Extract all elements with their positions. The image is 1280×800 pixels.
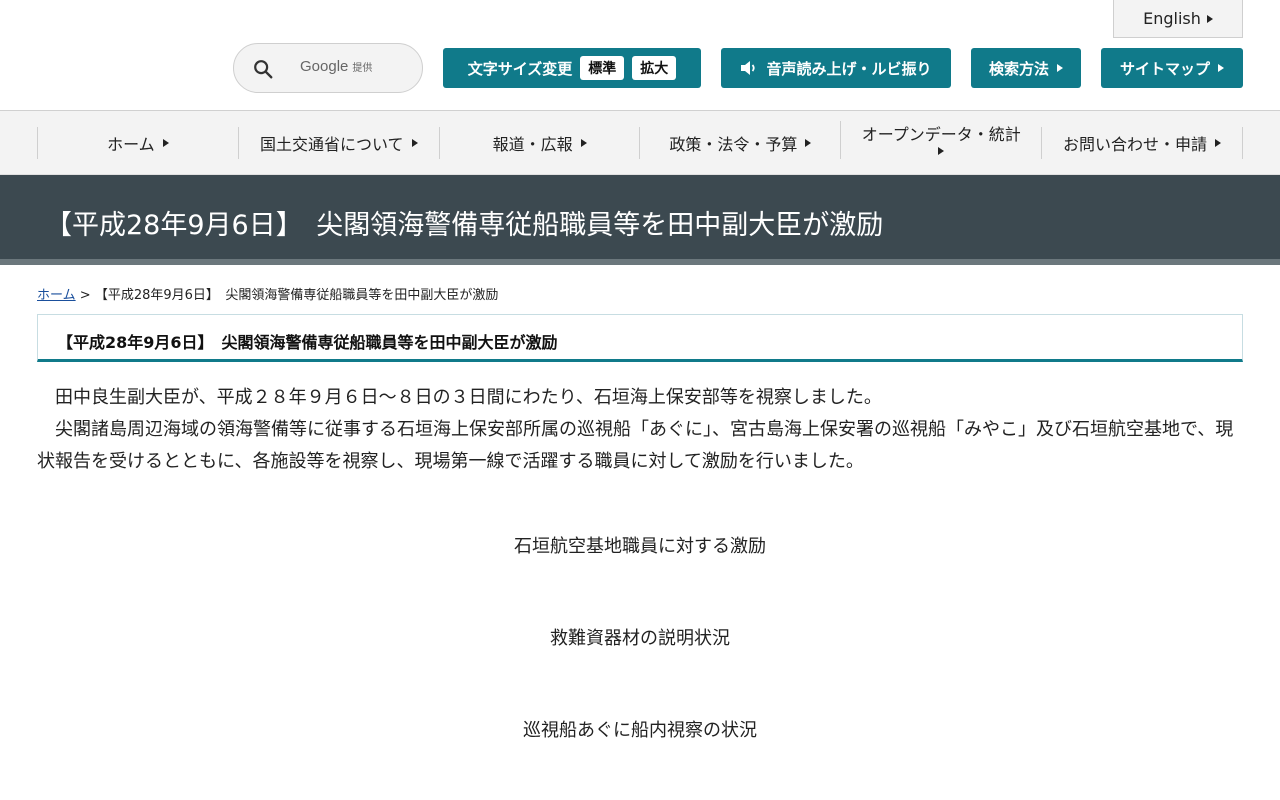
font-size-label: 文字サイズ変更: [467, 59, 573, 78]
arrow-right-icon: [1206, 14, 1213, 23]
breadcrumb: ホーム > 【平成28年9月6日】 尖閣領海警備専従船職員等を田中副大臣が激励: [37, 284, 498, 303]
search-icon[interactable]: [252, 58, 274, 80]
speaker-icon: [741, 61, 756, 75]
arrow-right-icon: [162, 139, 169, 147]
nav-item-press[interactable]: 報道・広報: [438, 127, 640, 159]
font-size-control: 文字サイズ変更 標準 拡大: [443, 48, 701, 88]
google-provided-label: Google 提供: [300, 58, 373, 75]
arrow-right-icon: [938, 147, 945, 155]
search-method-button[interactable]: 検索方法: [971, 48, 1081, 88]
voice-reading-label: 音声読み上げ・ルビ振り: [766, 59, 932, 78]
font-size-standard-button[interactable]: 標準: [580, 56, 625, 80]
font-size-large-button[interactable]: 拡大: [632, 56, 677, 80]
nav-item-open-data[interactable]: オープンデータ・統計: [840, 121, 1041, 159]
site-header: English Google 提供 文字サイズ変更 標準 拡大 音声読み上げ・ルビ…: [0, 0, 1280, 111]
nav-item-home[interactable]: ホーム: [37, 127, 238, 159]
sitemap-label: サイトマップ: [1119, 59, 1210, 78]
title-band: 【平成28年9月6日】 尖閣領海警備専従船職員等を田中副大臣が激励: [0, 175, 1280, 265]
nav-item-contact[interactable]: お問い合わせ・申請: [1041, 127, 1243, 159]
nav-item-policy[interactable]: 政策・法令・予算: [639, 127, 840, 159]
photo-caption: 巡視船あぐに船内視察の状況: [523, 720, 757, 741]
english-link[interactable]: English: [1113, 0, 1243, 38]
photo-caption: 救難資器材の説明状況: [550, 628, 730, 649]
arrow-right-icon: [1057, 64, 1063, 72]
search-input[interactable]: Google 提供: [233, 43, 423, 93]
english-label: English: [1143, 9, 1201, 28]
arrow-right-icon: [805, 139, 812, 147]
arrow-right-icon: [1215, 139, 1222, 147]
breadcrumb-separator: >: [79, 288, 91, 303]
breadcrumb-home-link[interactable]: ホーム: [37, 288, 76, 303]
page-title: 【平成28年9月6日】 尖閣領海警備専従船職員等を田中副大臣が激励: [45, 210, 884, 241]
body-paragraph: 尖閣諸島周辺海域の領海警備等に従事する石垣海上保安部所属の巡視船「あぐに」、宮古…: [37, 419, 1234, 472]
body-paragraph: 田中良生副大臣が、平成２８年９月６日～８日の３日間にわたり、石垣海上保安部等を視…: [55, 387, 882, 408]
arrow-right-icon: [1218, 64, 1224, 72]
arrow-right-icon: [580, 139, 587, 147]
global-nav: ホーム 国土交通省について 報道・広報 政策・法令・予算 オープンデータ・統計 …: [0, 111, 1280, 175]
arrow-right-icon: [411, 139, 418, 147]
breadcrumb-current: 【平成28年9月6日】 尖閣領海警備専従船職員等を田中副大臣が激励: [94, 288, 499, 303]
nav-item-about[interactable]: 国土交通省について: [237, 127, 439, 159]
article-heading: 【平成28年9月6日】 尖閣領海警備専従船職員等を田中副大臣が激励: [57, 333, 558, 352]
article-body: 田中良生副大臣が、平成２８年９月６日～８日の３日間にわたり、石垣海上保安部等を視…: [37, 382, 1243, 478]
sitemap-button[interactable]: サイトマップ: [1101, 48, 1243, 88]
photo-caption: 石垣航空基地職員に対する激励: [514, 536, 766, 557]
search-method-label: 検索方法: [988, 59, 1049, 78]
article-heading-box: 【平成28年9月6日】 尖閣領海警備専従船職員等を田中副大臣が激励: [37, 314, 1243, 362]
voice-reading-button[interactable]: 音声読み上げ・ルビ振り: [721, 48, 951, 88]
